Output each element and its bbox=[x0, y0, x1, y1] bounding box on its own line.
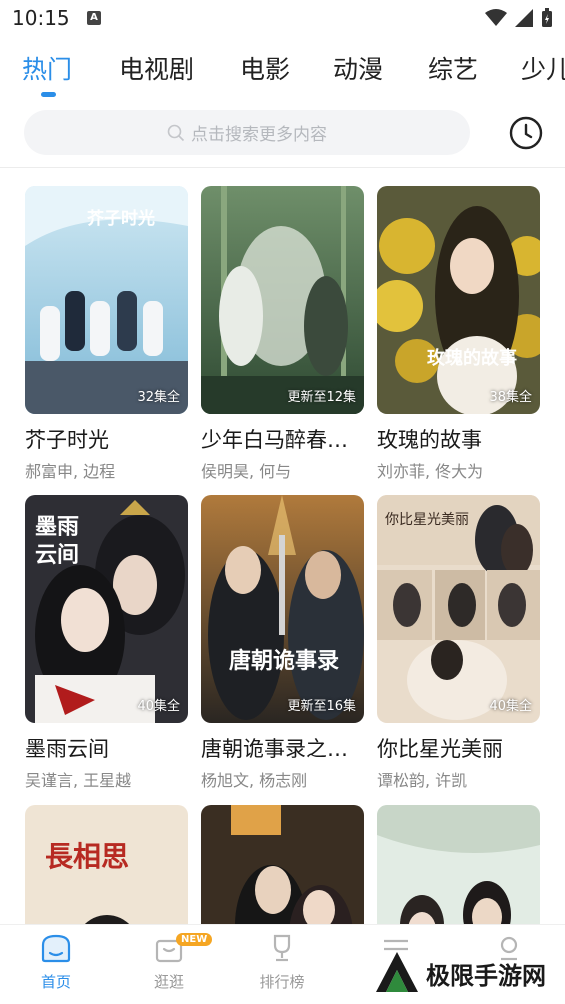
show-title: 玫瑰的故事 bbox=[377, 428, 482, 452]
show-cast: 郝富申, 边程 bbox=[25, 462, 116, 481]
show-cast: 刘亦菲, 佟大为 bbox=[377, 462, 484, 481]
episode-badge: 40集全 bbox=[137, 699, 180, 714]
divider bbox=[0, 167, 565, 168]
search-input[interactable]: 点击搜索更多内容 bbox=[24, 110, 470, 155]
signal-icon bbox=[515, 9, 533, 27]
tab-variety[interactable]: 综艺 bbox=[428, 50, 478, 86]
show-card[interactable]: 玫瑰的故事 38集全 玫瑰的故事 刘亦菲, 佟大为 bbox=[377, 186, 540, 482]
episode-badge: 更新至12集 bbox=[287, 390, 356, 405]
poster-image[interactable]: 芥子时光 32集全 bbox=[25, 186, 188, 414]
tab-kids[interactable]: 少儿 bbox=[521, 50, 565, 86]
show-card[interactable]: 更新至12集 少年白马醉春… 侯明昊, 何与 bbox=[201, 186, 364, 482]
poster-text: 墨雨 云间 bbox=[35, 514, 80, 568]
show-card[interactable]: 墨雨 云间 40集全 墨雨云间 吴谨言, 王星越 bbox=[25, 495, 188, 791]
status-time: 10:15 bbox=[12, 6, 70, 30]
search-icon bbox=[167, 124, 185, 141]
poster-text: 長相思 bbox=[45, 840, 130, 873]
tab-movie[interactable]: 电影 bbox=[240, 50, 290, 86]
show-cast: 吴谨言, 王星越 bbox=[25, 771, 132, 790]
watermark-text: 极限手游网 bbox=[426, 961, 546, 990]
show-card[interactable]: 你比星光美丽 40集全 你比星光美丽 谭松韵, 许凯 bbox=[377, 495, 540, 791]
category-tabs: 热门 电视剧 电影 动漫 综艺 少儿 bbox=[0, 44, 565, 98]
nav-shop[interactable]: NEW 逛逛 bbox=[124, 933, 214, 992]
poster-image[interactable]: 唐朝诡事录 更新至16集 bbox=[201, 495, 364, 723]
tab-hot[interactable]: 热门 bbox=[22, 50, 72, 86]
episode-badge: 38集全 bbox=[489, 390, 532, 405]
history-button[interactable] bbox=[509, 116, 543, 150]
battery-icon bbox=[542, 8, 552, 27]
tab-tv[interactable]: 电视剧 bbox=[119, 50, 194, 86]
show-title: 芥子时光 bbox=[25, 428, 109, 452]
poster-image[interactable]: 玫瑰的故事 38集全 bbox=[377, 186, 540, 414]
show-title: 唐朝诡事录之… bbox=[201, 737, 348, 761]
status-bar: 10:15 A bbox=[0, 0, 565, 38]
nav-label: 首页 bbox=[40, 973, 71, 991]
show-cast: 杨旭文, 杨志刚 bbox=[201, 771, 308, 790]
episode-badge: 40集全 bbox=[489, 699, 532, 714]
nav-label: 逛逛 bbox=[153, 973, 184, 991]
episode-badge: 32集全 bbox=[137, 390, 180, 405]
show-title: 你比星光美丽 bbox=[377, 737, 503, 761]
new-badge: NEW bbox=[176, 933, 213, 946]
show-cast: 谭松韵, 许凯 bbox=[377, 771, 468, 790]
poster-text: 玫瑰的故事 bbox=[427, 348, 517, 369]
episode-badge: 更新至16集 bbox=[287, 699, 356, 714]
wifi-icon bbox=[485, 9, 507, 26]
trophy-icon bbox=[273, 934, 291, 962]
poster-image[interactable]: 更新至12集 bbox=[201, 186, 364, 414]
nav-label: 排行榜 bbox=[259, 973, 305, 991]
home-icon bbox=[41, 934, 71, 963]
status-icons bbox=[485, 8, 553, 28]
nav-home[interactable]: 首页 bbox=[11, 933, 101, 992]
poster-text: 芥子时光 bbox=[87, 209, 155, 229]
nav-ranking[interactable]: 排行榜 bbox=[237, 933, 327, 992]
show-card[interactable]: 唐朝诡事录 更新至16集 唐朝诡事录之… 杨旭文, 杨志刚 bbox=[201, 495, 364, 791]
show-title: 少年白马醉春… bbox=[201, 428, 348, 452]
show-title: 墨雨云间 bbox=[25, 737, 109, 761]
show-cast: 侯明昊, 何与 bbox=[201, 462, 292, 481]
watermark: 极限手游网 bbox=[374, 950, 546, 996]
poster-text: 你比星光美丽 bbox=[385, 512, 469, 528]
search-placeholder: 点击搜索更多内容 bbox=[191, 125, 327, 145]
show-card[interactable]: 芥子时光 32集全 芥子时光 郝富申, 边程 bbox=[25, 186, 188, 482]
clock-icon bbox=[509, 116, 543, 150]
notification-icon: A bbox=[87, 11, 101, 25]
poster-text: 唐朝诡事录 bbox=[229, 648, 340, 674]
poster-image[interactable]: 你比星光美丽 40集全 bbox=[377, 495, 540, 723]
poster-image[interactable]: 墨雨 云间 40集全 bbox=[25, 495, 188, 723]
tab-anime[interactable]: 动漫 bbox=[333, 50, 383, 86]
tab-indicator bbox=[41, 92, 56, 97]
watermark-logo-icon bbox=[376, 952, 418, 992]
